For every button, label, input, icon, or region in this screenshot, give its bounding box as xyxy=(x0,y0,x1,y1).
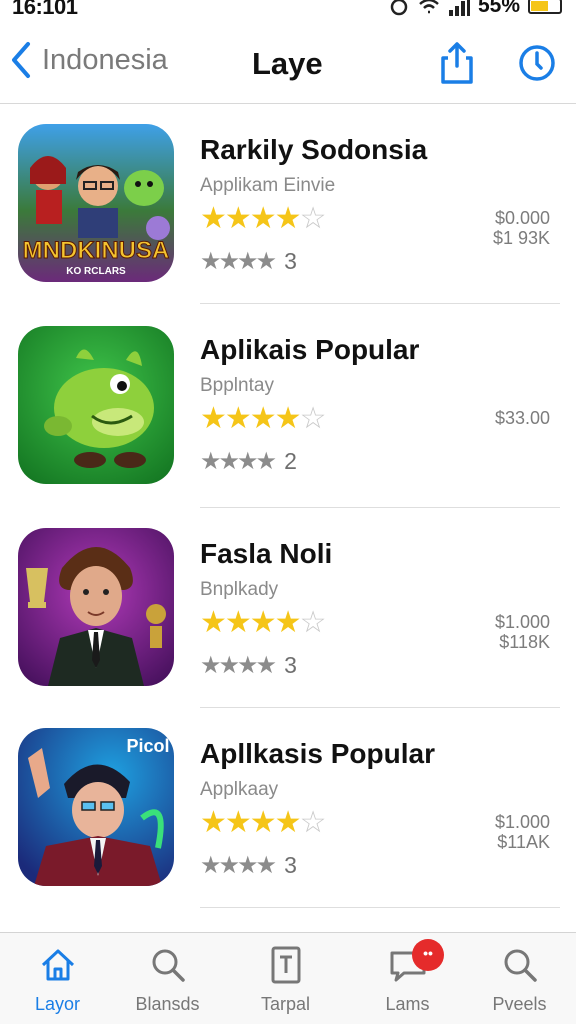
app-icon-hero-boy[interactable]: Picol xyxy=(18,728,174,886)
document-icon xyxy=(271,946,300,984)
price-line-1: $0.000 xyxy=(494,208,550,228)
navigation-bar: Indonesia Laye xyxy=(0,22,576,104)
price: $33.00 xyxy=(495,408,550,428)
review-count: 3 xyxy=(284,652,297,678)
price: $1.000 $118K xyxy=(495,612,550,652)
back-button[interactable]: Indonesia xyxy=(8,40,168,80)
price: $0.000 $1 93K xyxy=(493,208,550,248)
price: $1.000 $11AK xyxy=(495,812,550,852)
app-name: Aplikais Popular xyxy=(200,334,420,365)
star-rating: ★★★★☆ xyxy=(200,606,326,639)
app-subtitle: Applkaay xyxy=(200,779,279,800)
app-icon-green-dino[interactable] xyxy=(18,326,174,484)
app-subtitle: Applikam Einvie xyxy=(200,175,336,196)
app-name: Rarkily Sodonsia xyxy=(200,134,428,165)
wifi-icon xyxy=(419,0,439,14)
notification-badge: •• xyxy=(412,939,444,971)
price-line-2: $118K xyxy=(499,632,550,652)
app-name: Fasla Noli xyxy=(200,538,333,569)
clock-icon[interactable] xyxy=(518,44,556,82)
tab-label: Pveels xyxy=(492,994,547,1014)
share-icon[interactable] xyxy=(440,40,474,86)
page-title: Laye xyxy=(252,46,323,81)
icon-text: MNDKINUSA xyxy=(23,237,170,264)
battery-percent: 55% xyxy=(477,0,520,17)
icon-subtext: KO RCLARS xyxy=(66,266,126,277)
status-indicators: 55% xyxy=(388,0,562,18)
battery-icon xyxy=(528,0,562,14)
app-subtitle: Bnplkady xyxy=(200,579,279,600)
review-stars-icon: ★★★★ xyxy=(200,248,277,275)
app-store-screen: 16:101 55% Indonesia Laye MNDKINUSA KO R… xyxy=(0,0,576,1024)
home-icon xyxy=(41,949,74,981)
review-stars-icon: ★★★★ xyxy=(200,852,277,879)
list-item[interactable]: MNDKINUSA KO RCLARS Rarkily Sodonsia App… xyxy=(0,104,576,304)
star-rating: ★★★★☆ xyxy=(200,202,326,235)
tab-blansds[interactable]: Blansds xyxy=(110,933,225,1024)
price-line-1: $1.000 xyxy=(494,812,550,832)
app-icon-game-characters[interactable]: MNDKINUSA KO RCLARS xyxy=(18,124,174,282)
review-summary: ★★★★ 3 xyxy=(200,851,297,880)
list-item[interactable]: Fasla Noli Bnplkady ★★★★☆ ★★★★ 3 $1.000 … xyxy=(0,508,576,708)
tab-pveels[interactable]: Pveels xyxy=(462,933,576,1024)
star-rating: ★★★★☆ xyxy=(200,402,326,435)
star-rating: ★★★★☆ xyxy=(200,806,326,839)
tab-layor[interactable]: Layor xyxy=(0,933,115,1024)
status-time: 16:101 xyxy=(12,0,78,19)
app-list: MNDKINUSA KO RCLARS Rarkily Sodonsia App… xyxy=(0,104,576,956)
review-summary: ★★★★ 3 xyxy=(200,651,297,680)
tab-label: Lams xyxy=(385,994,430,1014)
review-stars-icon: ★★★★ xyxy=(200,448,277,475)
price-line-1: $1.000 xyxy=(494,612,550,632)
review-stars-icon: ★★★★ xyxy=(200,652,277,679)
price-line-2: $1 93K xyxy=(492,228,550,248)
review-summary: ★★★★ 3 xyxy=(200,247,297,276)
app-name: Apllkasis Popular xyxy=(200,738,435,769)
signal-icon xyxy=(448,0,470,16)
price-line-1: $33.00 xyxy=(494,408,550,428)
status-bar: 16:101 55% xyxy=(0,0,576,20)
tab-bar: Layor Blansds Tarpal •• Lams Pveels xyxy=(0,932,576,1024)
review-count: 3 xyxy=(284,248,297,274)
back-label: Indonesia xyxy=(42,43,168,76)
list-item[interactable]: Aplikais Popular Bpplntay ★★★★☆ ★★★★ 2 $… xyxy=(0,304,576,508)
icon-text: Picol xyxy=(126,736,169,756)
price-line-2: $11AK xyxy=(497,832,550,852)
alarm-icon xyxy=(390,0,408,16)
tab-lams[interactable]: •• Lams xyxy=(350,933,465,1024)
tab-label: Layor xyxy=(34,994,81,1014)
review-summary: ★★★★ 2 xyxy=(200,447,297,476)
review-count: 2 xyxy=(284,448,297,474)
list-item[interactable]: Picol Apllkasis Popular Applkaay ★★★★☆ ★… xyxy=(0,708,576,908)
app-subtitle: Bpplntay xyxy=(200,375,274,396)
search-icon xyxy=(504,949,537,982)
search-icon xyxy=(152,949,185,982)
app-icon-suited-man[interactable] xyxy=(18,528,174,686)
review-count: 3 xyxy=(284,852,297,878)
tab-label: Tarpal xyxy=(260,994,311,1014)
tab-tarpal[interactable]: Tarpal xyxy=(228,933,343,1024)
tab-label: Blansds xyxy=(135,994,200,1014)
chevron-left-icon xyxy=(12,42,30,78)
